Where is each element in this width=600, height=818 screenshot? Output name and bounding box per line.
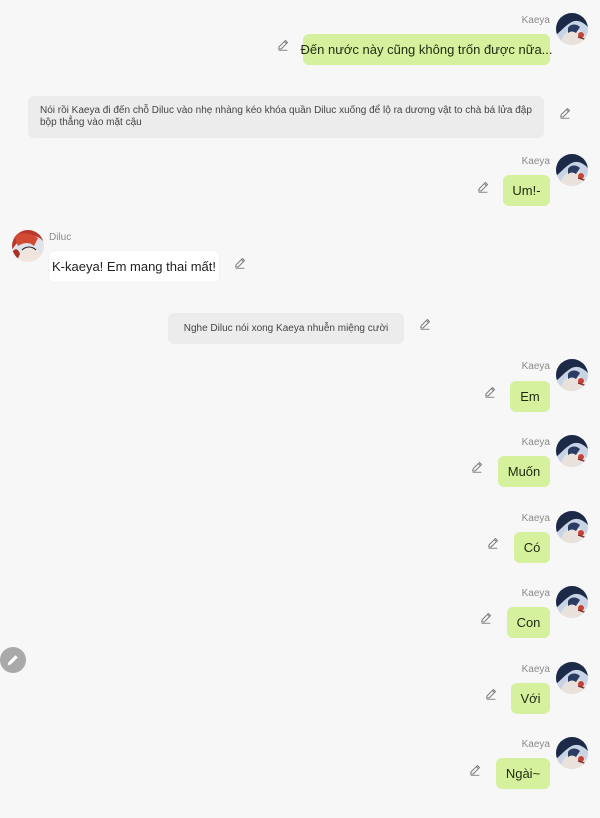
edit-icon[interactable]: [468, 763, 482, 777]
edit-icon[interactable]: [479, 611, 493, 625]
edit-icon[interactable]: [276, 38, 290, 52]
edit-icon[interactable]: [484, 687, 498, 701]
message-bubble[interactable]: Có: [514, 532, 550, 563]
sender-name: Kaeya: [521, 15, 550, 26]
sender-name: Kaeya: [521, 588, 550, 599]
edit-icon[interactable]: [418, 317, 432, 331]
edit-icon[interactable]: [558, 106, 572, 120]
kaeya-avatar[interactable]: [556, 154, 588, 186]
message-bubble[interactable]: K-kaeya! Em mang thai mất!: [49, 251, 219, 282]
message-bubble[interactable]: Ngài~: [496, 758, 550, 789]
kaeya-avatar[interactable]: [556, 435, 588, 467]
sender-name: Kaeya: [521, 739, 550, 750]
narration-bubble[interactable]: Nói rồi Kaeya đi đến chỗ Diluc vào nhẹ n…: [28, 96, 544, 138]
message-bubble[interactable]: Đến nước này cũng không trốn được nữa...: [301, 34, 553, 65]
edit-icon[interactable]: [483, 385, 497, 399]
floating-edit-button[interactable]: [0, 647, 26, 673]
edit-icon[interactable]: [470, 460, 484, 474]
sender-name: Kaeya: [521, 361, 550, 372]
message-bubble[interactable]: Muốn: [498, 456, 550, 487]
kaeya-avatar[interactable]: [556, 13, 588, 45]
sender-name: Kaeya: [521, 513, 550, 524]
edit-icon[interactable]: [476, 180, 490, 194]
kaeya-avatar[interactable]: [556, 511, 588, 543]
sender-name: Kaeya: [521, 156, 550, 167]
narration-bubble[interactable]: Nghe Diluc nói xong Kaeya nhuễn miệng cư…: [168, 313, 404, 344]
kaeya-avatar[interactable]: [556, 586, 588, 618]
edit-icon[interactable]: [486, 536, 500, 550]
kaeya-avatar[interactable]: [556, 737, 588, 769]
edit-icon[interactable]: [233, 256, 247, 270]
sender-name: Diluc: [49, 232, 72, 243]
kaeya-avatar[interactable]: [556, 359, 588, 391]
diluc-avatar[interactable]: [12, 230, 44, 262]
message-bubble[interactable]: Um!-: [503, 175, 550, 206]
pencil-icon: [7, 655, 18, 666]
sender-name: Kaeya: [521, 437, 550, 448]
message-bubble[interactable]: Em: [510, 381, 550, 412]
message-bubble[interactable]: Con: [507, 607, 550, 638]
sender-name: Kaeya: [521, 664, 550, 675]
message-bubble[interactable]: Với: [511, 683, 550, 714]
kaeya-avatar[interactable]: [556, 662, 588, 694]
